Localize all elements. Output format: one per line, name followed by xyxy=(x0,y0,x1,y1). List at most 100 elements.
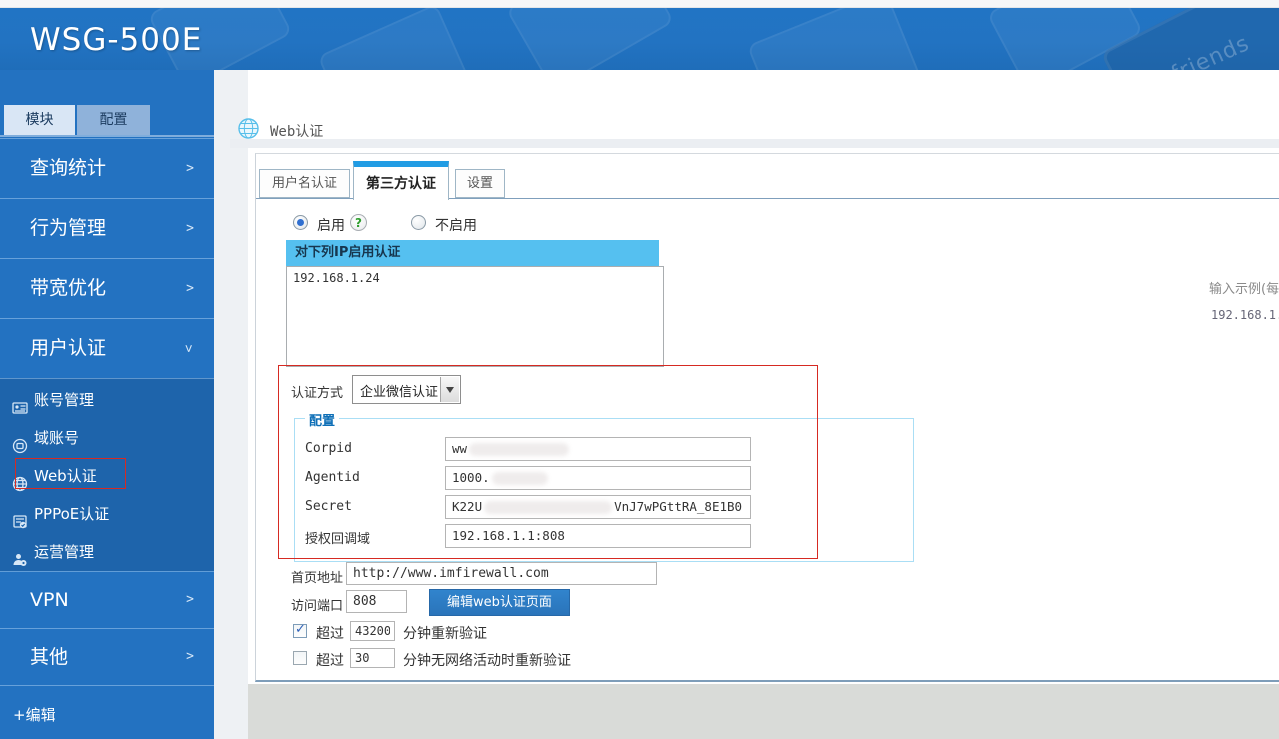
secret-label: Secret xyxy=(305,499,352,514)
sidebar-tab-divider xyxy=(0,135,214,137)
globe-icon xyxy=(12,468,28,492)
chevron-right-icon: > xyxy=(186,649,194,664)
redacted-blur xyxy=(491,472,548,485)
corpid-label: Corpid xyxy=(305,441,352,456)
sidebar-item-label: 其他 xyxy=(30,646,69,668)
globe-icon xyxy=(238,118,259,139)
enable-radio-group: 启用 ? 不启用 xyxy=(256,214,856,234)
callback-domain-input[interactable]: 192.168.1.1:808 xyxy=(445,524,751,548)
port-input[interactable] xyxy=(346,590,407,613)
agentid-input[interactable]: 1000. xyxy=(445,466,751,490)
redacted-blur xyxy=(469,443,570,456)
ip-list-header: 对下列IP启用认证 xyxy=(286,240,659,266)
homepage-input[interactable] xyxy=(346,562,657,585)
idle-timeout-checkbox-unchecked[interactable] xyxy=(293,651,307,665)
web-auth-panel: 用户名认证 第三方认证 设置 启用 ? 不启用 对下列IP启用认证 输入示例(每… xyxy=(255,153,1279,682)
radio-enable-label: 启用 xyxy=(317,218,345,234)
sidebar-item-operations-mgmt[interactable]: 运营管理 xyxy=(0,533,214,571)
sidebar-item-label: 运营管理 xyxy=(34,543,95,561)
chevron-right-icon: > xyxy=(186,281,194,296)
timeout-suffix: 分钟重新验证 xyxy=(403,626,487,642)
radio-disable[interactable] xyxy=(411,215,426,230)
sidebar-item-user-auth[interactable]: 用户认证 > xyxy=(0,318,214,378)
sidebar-item-domain-account[interactable]: 域账号 xyxy=(0,419,214,457)
keyboard-texture xyxy=(317,8,473,70)
secret-input[interactable]: K22U VnJ7wPGttRA_8E1B0 xyxy=(445,495,751,519)
footer-bar xyxy=(248,684,1279,739)
sidebar-item-bandwidth-opt[interactable]: 带宽优化 > xyxy=(0,258,214,318)
agentid-label: Agentid xyxy=(305,470,360,485)
content-gutter xyxy=(214,70,248,739)
sidebar: 模块 配置 查询统计 > 行为管理 > 带宽优化 > 用户认证 > 账号管理 域… xyxy=(0,70,214,739)
chevron-right-icon: > xyxy=(186,221,194,236)
corpid-value-prefix: ww xyxy=(452,441,468,456)
header-divider xyxy=(230,139,1279,148)
app-title: WSG-500E xyxy=(30,22,203,58)
sidebar-item-account-mgmt[interactable]: 账号管理 xyxy=(0,381,214,419)
sidebar-item-other[interactable]: 其他 > xyxy=(0,628,214,685)
sidebar-item-vpn[interactable]: VPN > xyxy=(0,571,214,628)
operator-icon xyxy=(12,544,28,566)
account-card-icon xyxy=(12,392,28,414)
edit-web-auth-page-button[interactable]: 编辑web认证页面 xyxy=(429,589,570,616)
sidebar-item-pppoe-auth[interactable]: PPPoE认证 xyxy=(0,495,214,533)
sidebar-item-label: +编辑 xyxy=(13,706,56,724)
radio-disable-label: 不启用 xyxy=(435,218,477,234)
tab-username-auth[interactable]: 用户名认证 xyxy=(259,169,350,198)
idle-timeout-rule-row: 超过 分钟无网络活动时重新验证 xyxy=(256,648,956,670)
sidebar-item-label: 带宽优化 xyxy=(30,277,107,299)
sidebar-tab-module[interactable]: 模块 xyxy=(4,105,75,135)
config-row-callback-domain: 授权回调域 192.168.1.1:808 xyxy=(295,524,913,548)
sidebar-item-web-auth[interactable]: Web认证 xyxy=(0,457,214,495)
pppoe-doc-icon xyxy=(12,506,28,529)
idle-timeout-minutes-input[interactable] xyxy=(350,648,395,668)
help-icon[interactable]: ? xyxy=(350,214,367,231)
timeout-rule-row: 超过 分钟重新验证 xyxy=(256,621,956,643)
config-row-secret: Secret K22U VnJ7wPGttRA_8E1B0 xyxy=(295,495,913,519)
ip-example-value: 192.168.1. xyxy=(1211,308,1279,322)
idle-timeout-suffix: 分钟无网络活动时重新验证 xyxy=(403,653,571,669)
sidebar-submenu-user-auth: 账号管理 域账号 Web认证 PPPoE认证 运营管理 xyxy=(0,378,214,571)
sidebar-tab-config[interactable]: 配置 xyxy=(77,105,150,135)
ip-example-note: 输入示例(每 xyxy=(1209,282,1279,297)
sidebar-item-label: 账号管理 xyxy=(34,391,95,409)
dropdown-arrow-icon[interactable] xyxy=(440,377,459,402)
chevron-right-icon: > xyxy=(186,161,194,176)
keyboard-texture xyxy=(505,8,675,70)
sidebar-item-edit[interactable]: +编辑 xyxy=(0,685,214,739)
auth-method-select[interactable]: 企业微信认证 xyxy=(352,375,461,404)
chevron-down-icon: > xyxy=(180,344,196,353)
redacted-blur xyxy=(484,501,613,514)
sidebar-item-label: VPN xyxy=(30,589,69,611)
config-row-corpid: Corpid ww xyxy=(295,437,913,461)
agentid-value-prefix: 1000. xyxy=(452,470,490,485)
port-label: 访问端口 xyxy=(291,599,344,614)
sidebar-item-label: Web认证 xyxy=(34,467,97,485)
sidebar-item-label: 行为管理 xyxy=(30,217,107,239)
timeout-minutes-input[interactable] xyxy=(350,621,395,641)
sidebar-item-query-stats[interactable]: 查询统计 > xyxy=(0,138,214,198)
secret-value-prefix: K22U xyxy=(452,499,483,514)
timeout-prefix: 超过 xyxy=(316,626,344,642)
callback-domain-value: 192.168.1.1:808 xyxy=(452,528,565,543)
radio-enable[interactable] xyxy=(293,215,308,230)
domain-account-icon xyxy=(12,430,28,454)
config-row-agentid: Agentid 1000. xyxy=(295,466,913,490)
app-banner: friends WSG-500E xyxy=(0,8,1279,70)
auth-method-selected-value: 企业微信认证 xyxy=(360,385,439,400)
sidebar-item-label: 查询统计 xyxy=(30,157,107,179)
tab-settings[interactable]: 设置 xyxy=(455,169,505,198)
config-fieldset: 配置 Corpid ww Agentid 1000. Secret K22U Vn… xyxy=(294,410,914,562)
keyboard-key-text: friends xyxy=(1167,30,1253,70)
ip-list-textarea[interactable] xyxy=(286,266,664,367)
homepage-label: 首页地址 xyxy=(291,571,344,586)
secret-value-suffix: VnJ7wPGttRA_8E1B0 xyxy=(614,499,743,514)
tab-third-party-auth[interactable]: 第三方认证 xyxy=(353,161,449,200)
callback-domain-label: 授权回调域 xyxy=(305,532,371,547)
keyboard-texture xyxy=(746,8,924,70)
chevron-right-icon: > xyxy=(186,592,194,607)
top-window-strip xyxy=(0,0,1279,8)
sidebar-item-behavior-mgmt[interactable]: 行为管理 > xyxy=(0,198,214,258)
corpid-input[interactable]: ww xyxy=(445,437,751,461)
timeout-checkbox-checked[interactable] xyxy=(293,622,307,638)
